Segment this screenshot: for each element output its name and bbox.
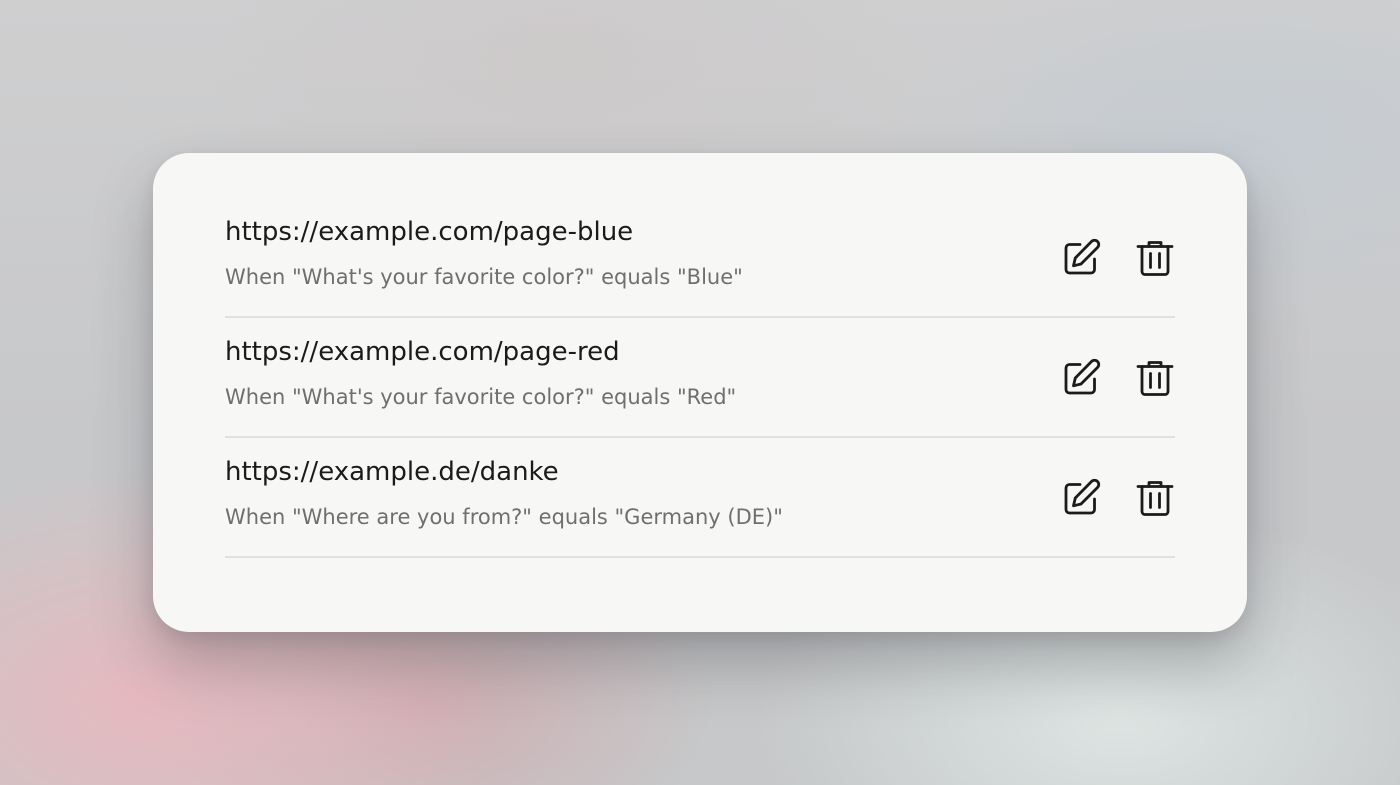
- redirect-condition: When "What's your favorite color?" equal…: [225, 265, 743, 289]
- row-actions: [1061, 238, 1175, 278]
- trash-icon: [1136, 361, 1174, 396]
- trash-icon: [1136, 481, 1174, 516]
- edit-button[interactable]: [1061, 238, 1101, 278]
- redirect-row: https://example.com/page-blue When "What…: [225, 198, 1175, 318]
- redirect-condition: When "What's your favorite color?" equal…: [225, 385, 737, 409]
- row-actions: [1061, 478, 1175, 518]
- edit-icon: [1064, 478, 1101, 515]
- edit-button[interactable]: [1061, 478, 1101, 518]
- redirect-url: https://example.com/page-red: [225, 337, 620, 367]
- redirect-rules-card: https://example.com/page-blue When "What…: [153, 153, 1247, 632]
- redirect-url: https://example.de/danke: [225, 457, 559, 487]
- redirect-row: https://example.de/danke When "Where are…: [225, 438, 1175, 558]
- redirect-condition: When "Where are you from?" equals "Germa…: [225, 505, 783, 529]
- delete-button[interactable]: [1135, 358, 1175, 398]
- delete-button[interactable]: [1135, 238, 1175, 278]
- edit-icon: [1064, 238, 1101, 275]
- redirect-url: https://example.com/page-blue: [225, 217, 634, 247]
- redirect-row: https://example.com/page-red When "What'…: [225, 318, 1175, 438]
- trash-icon: [1136, 241, 1174, 276]
- row-actions: [1061, 358, 1175, 398]
- edit-button[interactable]: [1061, 358, 1101, 398]
- edit-icon: [1064, 358, 1101, 395]
- delete-button[interactable]: [1135, 478, 1175, 518]
